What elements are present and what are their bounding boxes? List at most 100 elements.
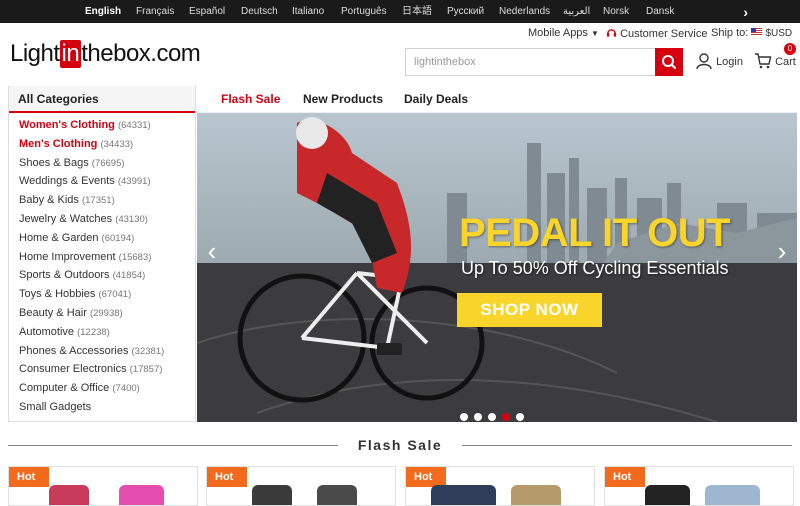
logo-text-thebox: thebox.com [81,40,201,67]
caret-down-icon: ▼ [591,29,599,38]
section-divider-right [462,445,792,446]
carousel-dot[interactable] [474,413,482,421]
carousel-dot[interactable] [502,413,510,421]
login-link[interactable]: Login [695,52,743,70]
site-logo[interactable]: Lightinthebox.com [10,40,201,68]
carousel-next-icon[interactable]: › [769,231,795,271]
mobile-apps-label: Mobile Apps [528,27,588,39]
lang-russian[interactable]: Русский [447,0,484,23]
customer-service-link[interactable]: Customer Service [606,27,707,40]
category-label: Baby & Kids [19,194,79,207]
sidebar-category-item[interactable]: Consumer Electronics (17857) [19,363,162,375]
category-count: (29938) [89,308,123,319]
search-icon [662,55,677,70]
lang-italiano[interactable]: Italiano [292,0,324,23]
tab-daily-deals[interactable]: Daily Deals [404,86,468,113]
search-button[interactable] [655,48,683,76]
sidebar-category-item[interactable]: Sports & Outdoors (41854) [19,269,145,281]
category-count: (43991) [117,176,151,188]
banner-headline: PEDAL IT OUT [459,211,731,255]
banner-subline: Up To 50% Off Cycling Essentials [461,258,729,278]
category-label: Weddings & Events [19,175,115,188]
carousel-prev-icon[interactable]: ‹ [199,231,225,271]
tab-new-products[interactable]: New Products [303,86,383,113]
lang-dutch[interactable]: Nederlands [499,0,550,23]
hot-badge: Hot [207,467,247,487]
product-thumbnail [49,485,89,505]
sidebar-category-item[interactable]: Baby & Kids (17351) [19,194,115,206]
all-categories-heading[interactable]: All Categories [9,86,195,113]
category-count: (34433) [100,138,134,150]
headset-icon [606,29,617,37]
tab-flash-sale[interactable]: Flash Sale [221,86,280,113]
section-divider-left [8,445,338,446]
category-label: Phones & Accessories [19,344,129,357]
product-thumbnail [511,485,561,505]
category-count: (17351) [81,195,115,207]
product-thumbnail [705,485,760,505]
sidebar-category-item[interactable]: Shoes & Bags (76695) [19,157,125,169]
cart-label: Cart [775,56,796,68]
sidebar-category-item[interactable]: Jewelry & Watches (43130) [19,213,148,225]
lang-deutsch[interactable]: Deutsch [241,0,278,23]
category-label: Men's Clothing [19,137,98,150]
sidebar-category-item[interactable]: Women's Clothing (64331) [19,119,151,131]
carousel-dot[interactable] [460,413,468,421]
product-card[interactable]: Hot [405,466,595,506]
category-label: Jewelry & Watches [19,213,113,225]
category-label: Consumer Electronics [19,363,127,376]
category-label: Beauty & Hair [19,307,87,319]
ship-to-selector[interactable]: Ship to: $USD [711,27,792,39]
login-label: Login [716,56,743,68]
cart-count-badge: 0 [784,43,796,55]
sidebar-category-item[interactable]: Small Gadgets [19,401,91,413]
search-input[interactable]: lightinthebox [405,48,655,76]
lang-japanese[interactable]: 日本語 [402,0,432,23]
product-thumbnail [119,485,164,505]
customer-service-label: Customer Service [620,28,708,40]
product-card[interactable]: Hot [206,466,396,506]
category-count: (7400) [112,383,140,395]
sidebar-category-item[interactable]: Men's Clothing (34433) [19,138,133,150]
lang-english[interactable]: English [85,0,121,23]
product-card[interactable]: Hot [604,466,794,506]
category-label: Women's Clothing [19,119,115,131]
currency-label: $USD [765,28,793,39]
category-count: (32381) [131,345,165,357]
deal-tabs: Flash Sale New Products Daily Deals [197,86,797,113]
product-card[interactable]: Hot [8,466,198,506]
sidebar-category-item[interactable]: Home Improvement (15683) [19,251,151,263]
sidebar-category-item[interactable]: Automotive (12238) [19,326,110,338]
lang-espanol[interactable]: Español [189,0,225,23]
lang-dansk[interactable]: Dansk [646,0,674,23]
category-sidebar: All Categories Women's Clothing (64331) M… [8,86,196,422]
sidebar-category-item[interactable]: Home & Garden (60194) [19,232,134,244]
category-label: Automotive [19,325,75,338]
sidebar-category-item[interactable]: Beauty & Hair (29938) [19,307,123,319]
language-bar: English Français Español Deutsch Italian… [0,0,800,23]
mobile-apps-link[interactable]: Mobile Apps ▼ [528,27,599,39]
sidebar-category-item[interactable]: Weddings & Events (43991) [19,175,151,187]
us-flag-icon [751,28,763,36]
lang-portugues[interactable]: Português [341,0,387,23]
hot-badge: Hot [406,467,446,487]
sidebar-category-item[interactable]: Toys & Hobbies (67041) [19,288,131,300]
lang-francais[interactable]: Français [136,0,174,23]
category-count: (15683) [118,251,152,263]
carousel-dot[interactable] [488,413,496,421]
category-count: (41854) [112,270,146,282]
product-thumbnail [317,485,357,505]
lang-arabic[interactable]: العربية [563,0,590,23]
category-label: Small Gadgets [19,401,92,413]
chevron-right-icon[interactable]: › [743,4,748,20]
flash-sale-section-title: Flash Sale [357,437,443,453]
hot-badge: Hot [605,467,645,487]
sidebar-category-item[interactable]: Phones & Accessories (32381) [19,345,164,357]
category-count: (64331) [117,120,151,131]
carousel-dots [460,408,530,422]
shop-now-button[interactable]: SHOP NOW [457,293,602,327]
hero-banner[interactable]: PEDAL IT OUT Up To 50% Off Cycling Essen… [197,113,797,422]
lang-norsk[interactable]: Norsk [603,0,629,23]
sidebar-category-item[interactable]: Computer & Office (7400) [19,382,140,394]
carousel-dot[interactable] [516,413,524,421]
